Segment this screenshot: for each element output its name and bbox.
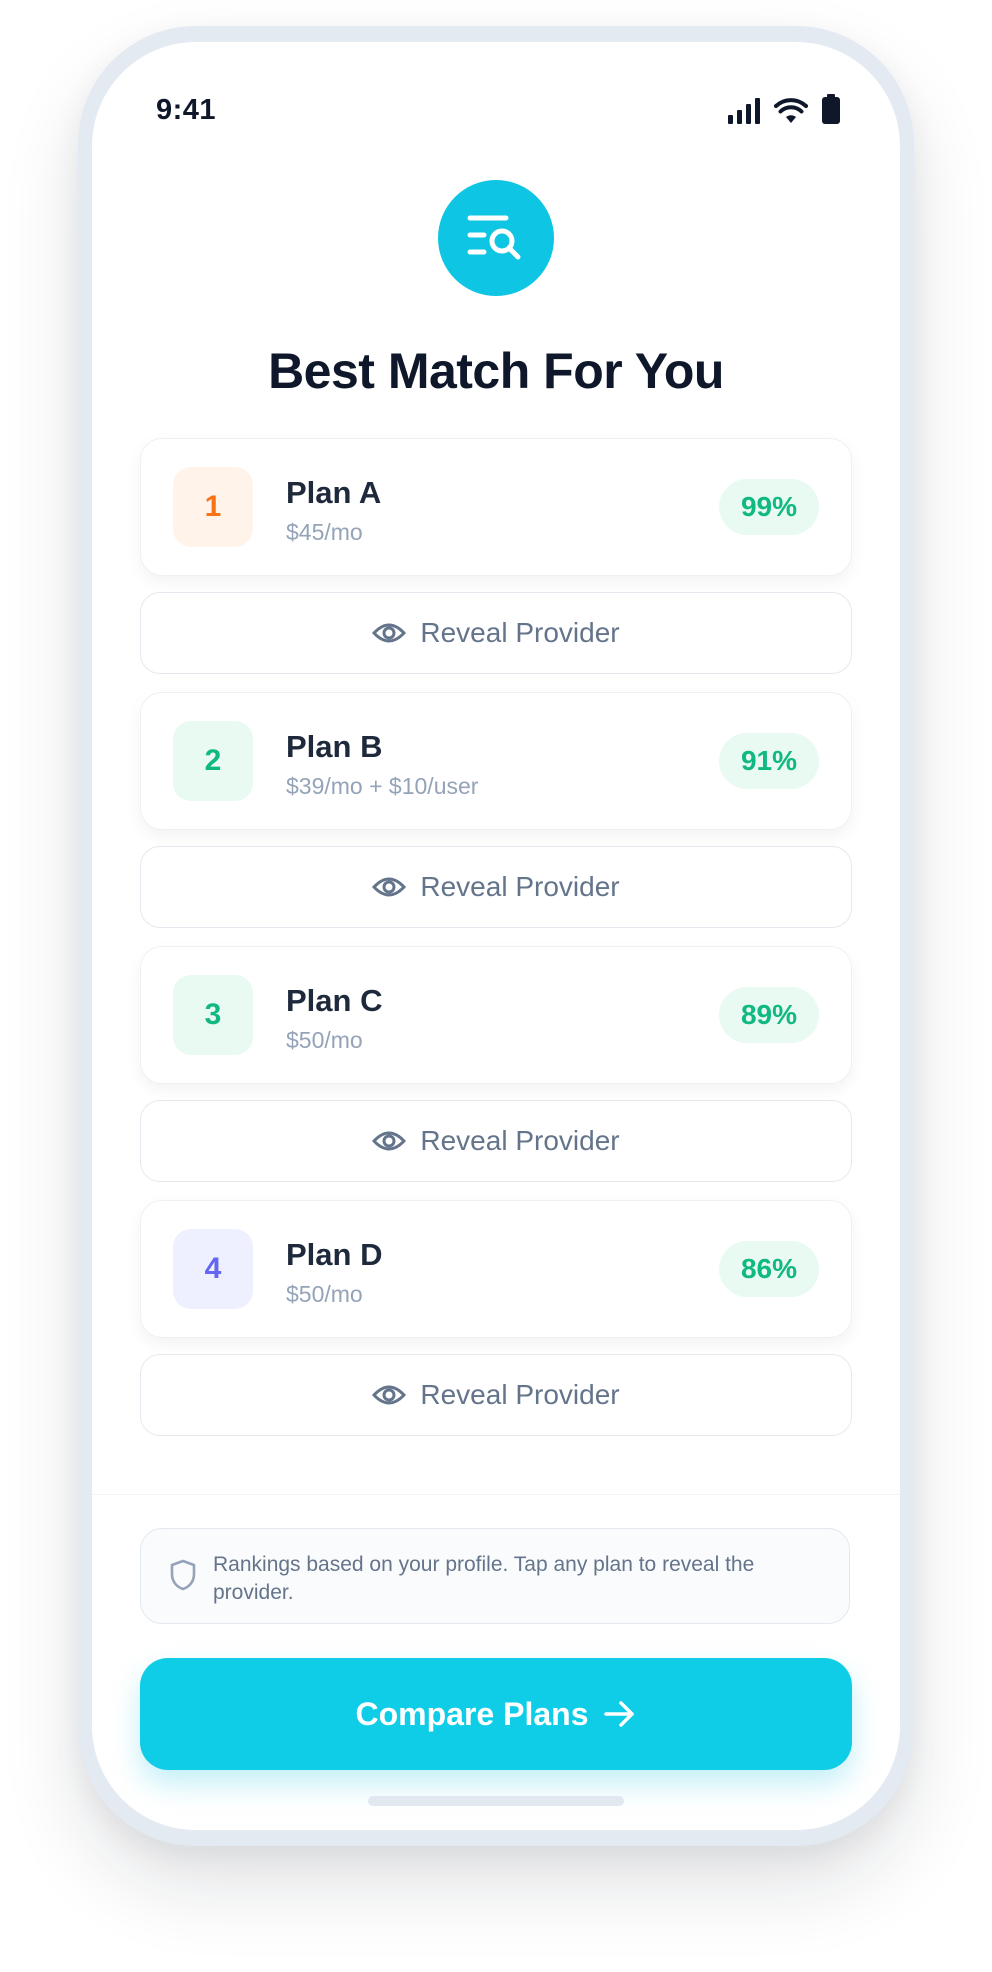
screen: 9:41 Best Match For You 1 Plan A $45/mo … bbox=[92, 42, 900, 1830]
compare-plans-button[interactable]: Compare Plans bbox=[140, 1658, 852, 1770]
plan-card-d[interactable]: 4 Plan D $50/mo 86% bbox=[140, 1200, 852, 1338]
eye-icon bbox=[372, 1385, 407, 1405]
reveal-provider-button[interactable]: Reveal Provider bbox=[140, 1354, 852, 1436]
search-list-glyph bbox=[467, 215, 521, 260]
plan-card-b[interactable]: 2 Plan B $39/mo + $10/user 91% bbox=[140, 692, 852, 830]
page-title: Best Match For You bbox=[268, 343, 724, 399]
plan-name: Plan D bbox=[286, 1237, 383, 1272]
arrow-right-icon bbox=[604, 1701, 635, 1727]
match-score-badge: 86% bbox=[718, 1241, 819, 1297]
plan-name: Plan A bbox=[286, 475, 382, 510]
plan-price: $39/mo + $10/user bbox=[286, 773, 479, 799]
eye-icon bbox=[372, 623, 407, 643]
home-indicator bbox=[368, 1796, 624, 1806]
plan-card-c[interactable]: 3 Plan C $50/mo 89% bbox=[140, 946, 852, 1084]
search-list-icon bbox=[438, 180, 554, 296]
plan-price: $50/mo bbox=[286, 1027, 363, 1053]
plan-name: Plan C bbox=[286, 983, 383, 1018]
rank-badge: 2 bbox=[173, 721, 253, 801]
match-score-badge: 91% bbox=[718, 733, 819, 789]
status-icons bbox=[728, 94, 840, 124]
match-score-badge: 99% bbox=[718, 479, 819, 535]
status-time: 9:41 bbox=[156, 94, 217, 126]
info-text: Rankings based on your profile. Tap any … bbox=[213, 1553, 755, 1604]
reveal-provider-label: Reveal Provider bbox=[420, 617, 620, 648]
match-score-badge: 89% bbox=[718, 987, 819, 1043]
info-note: Rankings based on your profile. Tap any … bbox=[140, 1528, 850, 1624]
divider bbox=[92, 1494, 900, 1495]
reveal-provider-label: Reveal Provider bbox=[420, 871, 620, 902]
plan-price: $45/mo bbox=[286, 519, 363, 545]
plan-card-a[interactable]: 1 Plan A $45/mo 99% bbox=[140, 438, 852, 576]
plan-price: $50/mo bbox=[286, 1281, 363, 1307]
rank-badge: 1 bbox=[173, 467, 253, 547]
compare-plans-label: Compare Plans bbox=[355, 1695, 589, 1732]
signal-icon bbox=[728, 98, 760, 124]
reveal-provider-button[interactable]: Reveal Provider bbox=[140, 592, 852, 674]
reveal-provider-button[interactable]: Reveal Provider bbox=[140, 1100, 852, 1182]
battery-icon bbox=[822, 94, 840, 124]
eye-icon bbox=[372, 877, 407, 897]
rank-badge: 3 bbox=[173, 975, 253, 1055]
eye-icon bbox=[372, 1131, 407, 1151]
reveal-provider-button[interactable]: Reveal Provider bbox=[140, 846, 852, 928]
rank-badge: 4 bbox=[173, 1229, 253, 1309]
reveal-provider-label: Reveal Provider bbox=[420, 1379, 620, 1410]
shield-icon bbox=[170, 1559, 196, 1591]
plan-name: Plan B bbox=[286, 729, 383, 764]
wifi-icon bbox=[774, 98, 808, 123]
status-bar: 9:41 bbox=[92, 42, 900, 142]
reveal-provider-label: Reveal Provider bbox=[420, 1125, 620, 1156]
